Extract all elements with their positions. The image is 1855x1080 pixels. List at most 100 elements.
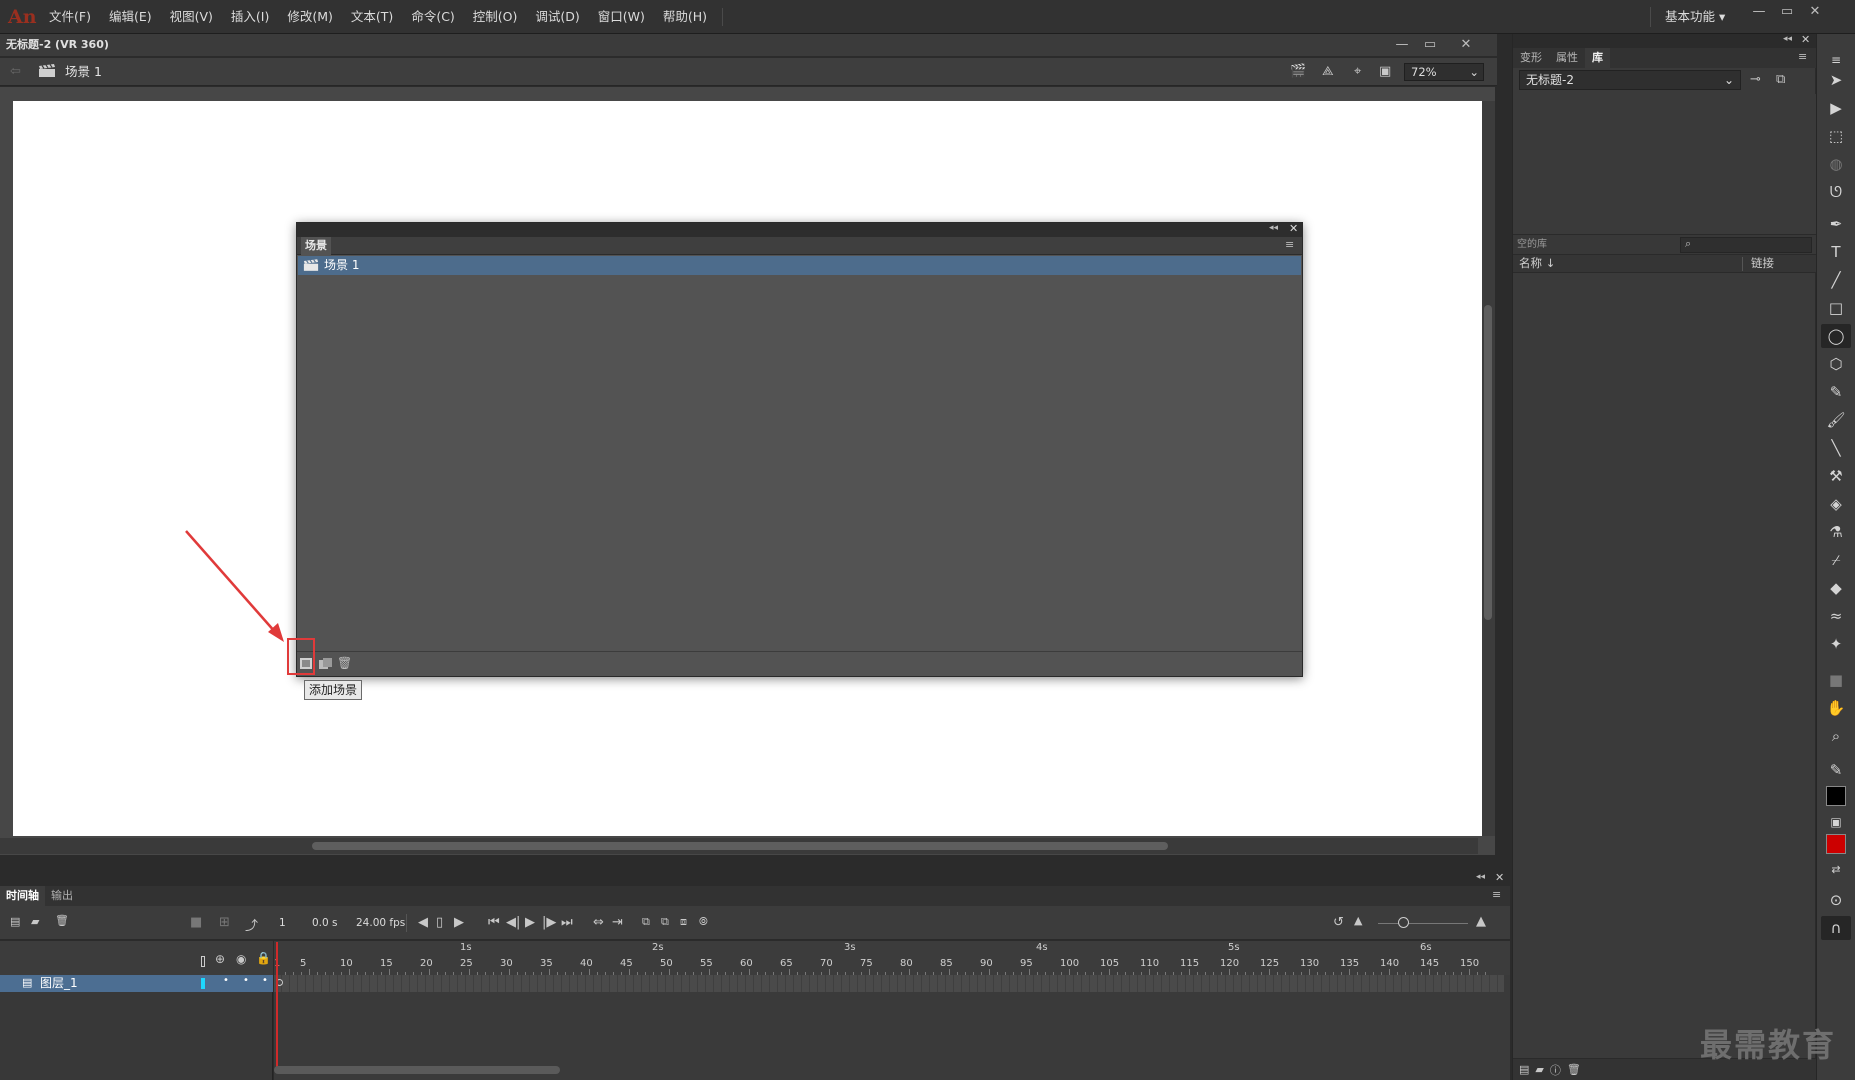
scene-panel-header[interactable]: ◂◂ ✕ [297, 222, 1302, 237]
new-library-panel-icon[interactable]: ⧉ [1776, 72, 1785, 87]
layer-name[interactable]: 图层_1 [40, 975, 78, 992]
new-folder-icon[interactable]: ▰ [31, 915, 39, 928]
clip-stage-icon[interactable]: ▣ [1379, 64, 1391, 79]
pen-tool-icon[interactable]: ✒ [1821, 212, 1851, 236]
modify-markers-icon[interactable]: ⦾ [699, 915, 708, 929]
selection-tool-icon[interactable]: ➤ [1821, 68, 1851, 92]
doc-close-button[interactable]: ✕ [1452, 35, 1480, 55]
minimize-button[interactable]: — [1745, 2, 1773, 22]
new-layer-icon[interactable]: ▤ [10, 915, 20, 928]
menu-window[interactable]: 窗口(W) [589, 0, 654, 34]
scene-list-item[interactable]: 场景 1 [298, 256, 1301, 275]
zoom-in-frames-icon[interactable]: ▲ [1476, 914, 1486, 929]
swap-colors-icon[interactable]: ⇄ [1821, 858, 1851, 882]
text-tool-icon[interactable]: T [1821, 240, 1851, 264]
onion-skin-icon[interactable]: ⧉ [642, 915, 650, 929]
new-symbol-icon[interactable]: ▤ [1519, 1063, 1529, 1076]
pin-library-icon[interactable]: ⊸ [1750, 72, 1761, 87]
tab-timeline[interactable]: 时间轴 [0, 886, 45, 906]
edit-symbol-icon[interactable]: ⟁ [1322, 64, 1334, 79]
timeline-horizontal-scroll-thumb[interactable] [274, 1066, 560, 1074]
timeline-zoom-slider[interactable] [1378, 923, 1468, 924]
show-as-outline-icon[interactable]: ⊕ [215, 952, 225, 966]
edit-multiple-frames-icon[interactable]: ⧈ [680, 915, 687, 929]
tab-transform[interactable]: 变形 [1513, 48, 1549, 68]
previous-keyframe-icon[interactable]: ◀ [418, 915, 428, 930]
frame-ruler[interactable]: 1510152025303540455055606570758085909510… [274, 941, 1510, 975]
step-forward-icon[interactable]: |▶ [542, 915, 556, 930]
camera-tool-icon[interactable]: ■ [1821, 668, 1851, 692]
properties-icon[interactable]: ⓘ [1550, 1062, 1561, 1078]
panel-menu-icon[interactable]: ≡ [1285, 238, 1294, 251]
subselection-tool-icon[interactable]: ▶ [1821, 96, 1851, 120]
column-name[interactable]: 名称 ↓ [1519, 255, 1555, 272]
layer-outline-toggle[interactable]: • [223, 975, 229, 986]
panel-menu-icon[interactable]: ≡ [1798, 50, 1807, 63]
zoom-tool-icon[interactable]: ⌕ [1821, 724, 1851, 748]
stage-horizontal-scroll-thumb[interactable] [312, 842, 1168, 850]
tab-properties[interactable]: 属性 [1549, 48, 1585, 68]
lock-icon[interactable]: 🔒 [256, 951, 271, 965]
maximize-button[interactable]: ▭ [1773, 2, 1801, 22]
onion-skin-outlines-icon[interactable]: ⧉ [661, 915, 669, 929]
collapse-icon[interactable]: ◂◂ [1476, 872, 1485, 882]
pencil-tool-icon[interactable]: ✎ [1821, 380, 1851, 404]
close-icon[interactable]: ✕ [1801, 33, 1810, 46]
menu-view[interactable]: 视图(V) [161, 0, 222, 34]
go-to-last-frame-icon[interactable]: ⏭ [561, 915, 573, 930]
next-keyframe-icon[interactable]: ▶ [454, 915, 464, 930]
library-search-input[interactable]: ⌕ [1680, 237, 1812, 253]
menu-help[interactable]: 帮助(H) [654, 0, 716, 34]
panel-menu-icon[interactable]: ≡ [1492, 888, 1501, 901]
hand-tool-icon[interactable]: ✋ [1821, 696, 1851, 720]
line-tool-icon[interactable]: ╱ [1821, 268, 1851, 292]
delete-layer-trash-icon[interactable]: 🗑 [55, 914, 69, 927]
close-icon[interactable]: ✕ [1289, 222, 1298, 235]
center-frame-icon[interactable]: ⇥ [612, 915, 623, 930]
workspace-selector[interactable]: 基本功能 ▾ [1650, 7, 1742, 27]
bone-tool-icon[interactable]: ⚒ [1821, 464, 1851, 488]
zoom-select[interactable]: 72% ⌄ [1404, 63, 1484, 81]
playhead[interactable] [276, 942, 278, 1068]
menu-debug[interactable]: 调试(D) [526, 0, 588, 34]
eraser-tool-icon[interactable]: ◆ [1821, 576, 1851, 600]
layer-color-swatch[interactable] [201, 978, 205, 989]
menu-edit[interactable]: 编辑(E) [100, 0, 161, 34]
new-folder-icon[interactable]: ▰ [1535, 1063, 1543, 1076]
play-icon[interactable]: ▶ [525, 915, 535, 930]
menu-control[interactable]: 控制(O) [464, 0, 527, 34]
paint-brush-tool-icon[interactable]: 🖌 [1821, 408, 1851, 432]
current-frame[interactable]: 1 [279, 906, 286, 940]
width-tool-icon[interactable]: ≈ [1821, 604, 1851, 628]
edit-scene-icon[interactable]: 🎬 [1290, 64, 1306, 79]
rectangle-tool-icon[interactable]: □ [1821, 296, 1851, 320]
layer-frames-row[interactable] [274, 975, 1504, 992]
object-drawing-icon[interactable]: ⊙ [1821, 888, 1851, 912]
snap-magnet-icon[interactable]: ∩ [1821, 916, 1851, 940]
stroke-color-swatch[interactable] [1826, 786, 1846, 806]
layer-color-icon[interactable] [201, 956, 205, 967]
polystar-tool-icon[interactable]: ⬡ [1821, 352, 1851, 376]
duplicate-scene-button[interactable] [319, 658, 333, 673]
frames-area[interactable] [274, 975, 1510, 1080]
menu-text[interactable]: 文本(T) [342, 0, 402, 34]
layer-visibility-toggle[interactable]: • [243, 975, 249, 986]
parent-view-icon[interactable]: ⊞ [219, 915, 230, 930]
loop-icon[interactable]: ⇔ [593, 915, 604, 930]
collapse-icon[interactable]: ◂◂ [1269, 223, 1278, 233]
asset-warp-tool-icon[interactable]: ✦ [1821, 632, 1851, 656]
fill-color-swatch[interactable] [1826, 834, 1846, 854]
graph-icon[interactable]: ⤴ [245, 915, 258, 934]
collapse-icon[interactable]: ◂◂ [1783, 34, 1792, 44]
menu-file[interactable]: 文件(F) [40, 0, 100, 34]
library-document-select[interactable]: 无标题-2 ⌄ [1519, 70, 1741, 90]
delete-trash-icon[interactable]: 🗑 [1567, 1063, 1581, 1076]
keyframe-marker-icon[interactable]: ▯ [436, 915, 443, 930]
tab-library[interactable]: 库 [1585, 48, 1610, 68]
back-arrow-icon[interactable]: ⇦ [10, 64, 21, 79]
doc-restore-button[interactable]: ▭ [1416, 35, 1444, 55]
close-icon[interactable]: ✕ [1495, 871, 1504, 884]
step-back-icon[interactable]: ◀| [506, 915, 520, 930]
brush-tool-icon[interactable]: ╲ [1821, 436, 1851, 460]
go-to-first-frame-icon[interactable]: ⏮ [488, 915, 500, 930]
